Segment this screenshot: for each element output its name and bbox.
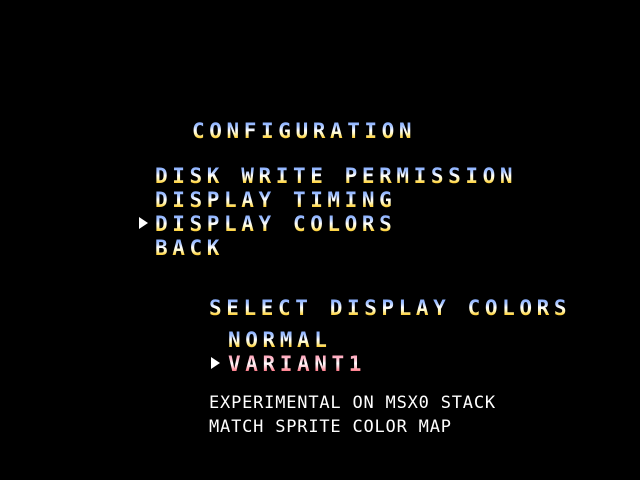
game-screen: CONFIGURATION DISK WRITE PERMISSION DISP… — [0, 0, 640, 480]
description-line-2: MATCH SPRITE COLOR MAP — [209, 417, 452, 437]
option-variant1[interactable]: VARIANT1 — [228, 354, 366, 375]
submenu-title: SELECT DISPLAY COLORS — [209, 296, 572, 320]
menu-item-back[interactable]: BACK — [155, 238, 224, 259]
menu-item-display-colors[interactable]: DISPLAY COLORS — [155, 214, 396, 235]
page-title: CONFIGURATION — [192, 119, 417, 143]
description-line-1: EXPERIMENTAL ON MSX0 STACK — [209, 393, 496, 413]
right-triangle-icon — [211, 357, 220, 369]
menu-item-display-timing[interactable]: DISPLAY TIMING — [155, 190, 396, 211]
menu-item-disk-write-permission[interactable]: DISK WRITE PERMISSION — [155, 166, 517, 187]
right-triangle-icon — [139, 217, 148, 229]
option-normal[interactable]: NORMAL — [228, 330, 331, 351]
